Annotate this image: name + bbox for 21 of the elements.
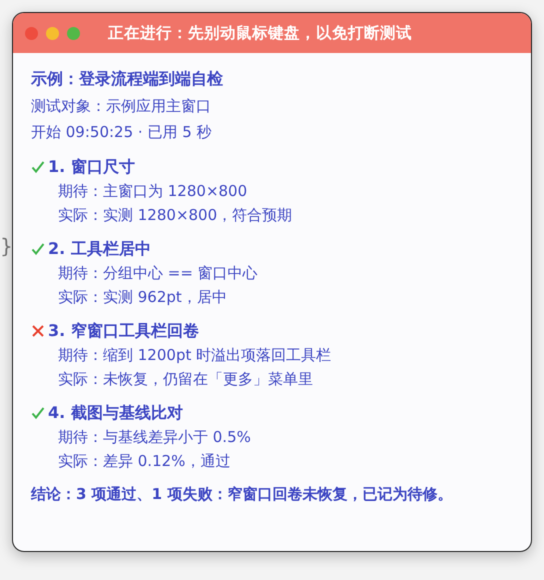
minimize-button[interactable] [46, 26, 59, 40]
expected-text: 期待：分组中心 == 窗口中心 [57, 263, 259, 284]
background-text: } [0, 234, 13, 258]
expected-text: 期待：与基线差异小于 0.5% [57, 427, 252, 448]
zoom-button[interactable] [67, 26, 80, 40]
actual-text: 实际：未恢复，仍留在「更多」菜单里 [57, 369, 314, 390]
check-title: 3. 窄窗口工具栏回卷 [48, 320, 199, 342]
conclusion-text: 结论：3 项通过、1 项失败：窄窗口回卷未恢复，已记为待修。 [31, 485, 454, 504]
actual-text: 实际：差异 0.12%，通过 [57, 451, 232, 472]
actual-text: 实际：实测 1280×800，符合预期 [57, 205, 294, 226]
test-heading: 示例：登录流程端到端自检 [31, 68, 224, 90]
check-title: 4. 截图与基线比对 [48, 402, 183, 424]
test-timing: 开始 09:50:25 · 已用 5 秒 [31, 122, 213, 143]
window-title: 正在进行：先别动鼠标键盘，以免打断测试 [108, 22, 412, 44]
expected-text: 期待：缩到 1200pt 时溢出项落回工具栏 [57, 345, 332, 366]
expected-text: 期待：主窗口为 1280×800 [57, 181, 248, 202]
actual-text: 实际：实测 962pt，居中 [57, 287, 228, 308]
close-button[interactable] [25, 26, 38, 40]
check-title: 1. 窗口尺寸 [48, 156, 135, 178]
check-title: 2. 工具栏居中 [48, 238, 151, 260]
test-target: 测试对象：示例应用主窗口 [31, 96, 212, 117]
